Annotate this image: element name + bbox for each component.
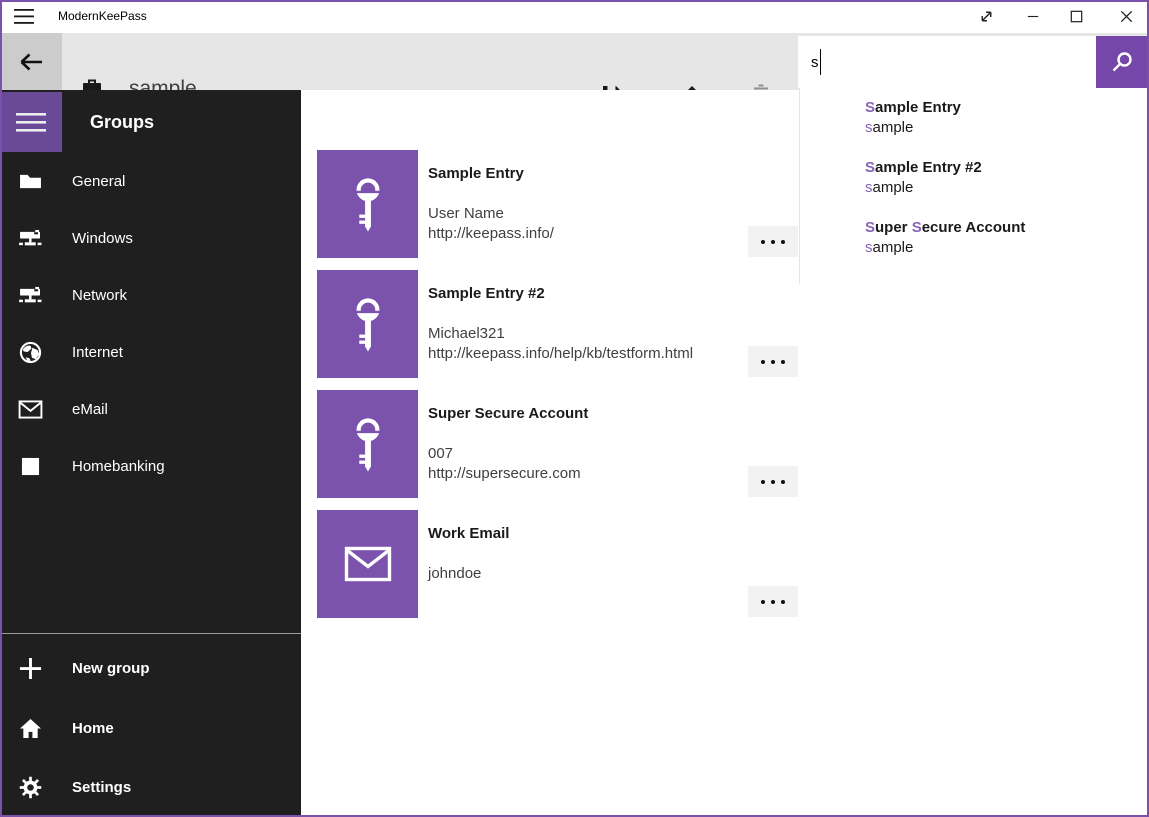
plus-icon: [17, 656, 43, 682]
command-bar: sample s: [0, 33, 1149, 90]
nav-hamburger-button[interactable]: [0, 92, 62, 152]
sidebar-item-label: Windows: [72, 210, 133, 267]
sidebar-item-label: Homebanking: [72, 438, 165, 495]
entry-title: Super Secure Account: [428, 404, 588, 424]
sidebar-item-label: Settings: [72, 759, 131, 816]
sidebar-item-general[interactable]: General: [0, 153, 301, 210]
back-arrow-icon: [18, 51, 44, 73]
sidebar-item-windows[interactable]: Windows: [0, 210, 301, 267]
suggestion-subtitle: sample: [865, 118, 913, 138]
more-options-button[interactable]: [748, 586, 798, 617]
entry-details: Michael321http://keepass.info/help/kb/te…: [428, 324, 693, 364]
titlebar: ModernKeePass: [0, 0, 1149, 33]
fullscreen-icon[interactable]: [976, 6, 996, 26]
search-button[interactable]: [1096, 36, 1147, 88]
sidebar-separator: [0, 633, 301, 634]
entry-detail: johndoe: [428, 564, 481, 584]
entry-detail: http://keepass.info/help/kb/testform.htm…: [428, 344, 693, 364]
entry-tile: [317, 510, 418, 618]
entry-row[interactable]: Work Email johndoe: [317, 510, 1107, 618]
entry-details: User Namehttp://keepass.info/: [428, 204, 554, 244]
search-suggestion[interactable]: Super Secure Accountsample: [800, 218, 1147, 274]
globe-icon: [17, 340, 43, 366]
window-border: [0, 0, 1149, 2]
sidebar-item-network[interactable]: Network: [0, 267, 301, 324]
close-icon[interactable]: [1116, 6, 1136, 26]
sidebar-item-internet[interactable]: Internet: [0, 324, 301, 381]
square-icon: [17, 454, 43, 480]
sidebar-item-label: General: [72, 153, 125, 210]
search-suggestion[interactable]: Sample Entrysample: [800, 98, 1147, 154]
suggestion-title: Super Secure Account: [865, 218, 1025, 238]
sidebar-item-label: eMail: [72, 381, 108, 438]
sidebar-item-label: New group: [72, 640, 150, 697]
entry-row[interactable]: Super Secure Account 007http://supersecur…: [317, 390, 1107, 498]
hamburger-icon[interactable]: [14, 8, 34, 25]
suggestion-subtitle: sample: [865, 238, 913, 258]
network-icon: [17, 283, 43, 309]
sidebar-item-label: Home: [72, 700, 114, 757]
entry-title: Sample Entry: [428, 164, 524, 184]
text-caret: [820, 49, 822, 75]
minimize-icon[interactable]: [1023, 6, 1043, 26]
sidebar-item-label: Network: [72, 267, 127, 324]
sidebar: Groups GeneralWindowsNetworkInterneteMai…: [0, 90, 301, 815]
app-title: ModernKeePass: [58, 0, 147, 33]
suggestion-title: Sample Entry #2: [865, 158, 982, 178]
more-options-button[interactable]: [748, 226, 798, 257]
folder-icon: [17, 169, 43, 195]
key-icon: [346, 296, 390, 353]
sidebar-item-new-group[interactable]: New group: [0, 640, 301, 697]
gear-icon: [17, 775, 43, 801]
groups-header: Groups: [90, 92, 154, 152]
key-icon: [346, 416, 390, 473]
entry-details: johndoe: [428, 564, 481, 584]
entry-tile: [317, 150, 418, 258]
entry-detail: User Name: [428, 204, 554, 224]
more-options-button[interactable]: [748, 466, 798, 497]
mail-icon: [344, 546, 392, 582]
entry-detail: Michael321: [428, 324, 693, 344]
search-input[interactable]: s: [798, 36, 1096, 88]
entry-detail: http://supersecure.com: [428, 464, 581, 484]
search-suggestion[interactable]: Sample Entry #2sample: [800, 158, 1147, 214]
entry-detail: http://keepass.info/: [428, 224, 554, 244]
sidebar-item-email[interactable]: eMail: [0, 381, 301, 438]
entry-title: Work Email: [428, 524, 509, 544]
envelope-icon: [17, 397, 43, 423]
search-query: s: [811, 54, 819, 71]
home-icon: [17, 715, 43, 741]
suggestion-title: Sample Entry: [865, 98, 961, 118]
network-icon: [17, 226, 43, 252]
search-magnifier-icon: [1111, 51, 1133, 73]
sidebar-item-home[interactable]: Home: [0, 700, 301, 757]
app-window: ModernKeePass sample s: [0, 0, 1149, 817]
maximize-icon[interactable]: [1066, 6, 1086, 26]
entry-tile: [317, 270, 418, 378]
suggestion-subtitle: sample: [865, 178, 913, 198]
sidebar-item-label: Internet: [72, 324, 123, 381]
entry-detail: 007: [428, 444, 581, 464]
sidebar-item-homebanking[interactable]: Homebanking: [0, 438, 301, 495]
entry-row[interactable]: Sample Entry #2 Michael321http://keepass.…: [317, 270, 1107, 378]
entry-details: 007http://supersecure.com: [428, 444, 581, 484]
search-suggestions: Sample EntrysampleSample Entry #2sampleS…: [799, 88, 1148, 284]
entry-tile: [317, 390, 418, 498]
sidebar-item-settings[interactable]: Settings: [0, 759, 301, 816]
entry-title: Sample Entry #2: [428, 284, 545, 304]
key-icon: [346, 176, 390, 233]
back-button[interactable]: [0, 33, 62, 90]
more-options-button[interactable]: [748, 346, 798, 377]
window-border: [0, 0, 2, 817]
